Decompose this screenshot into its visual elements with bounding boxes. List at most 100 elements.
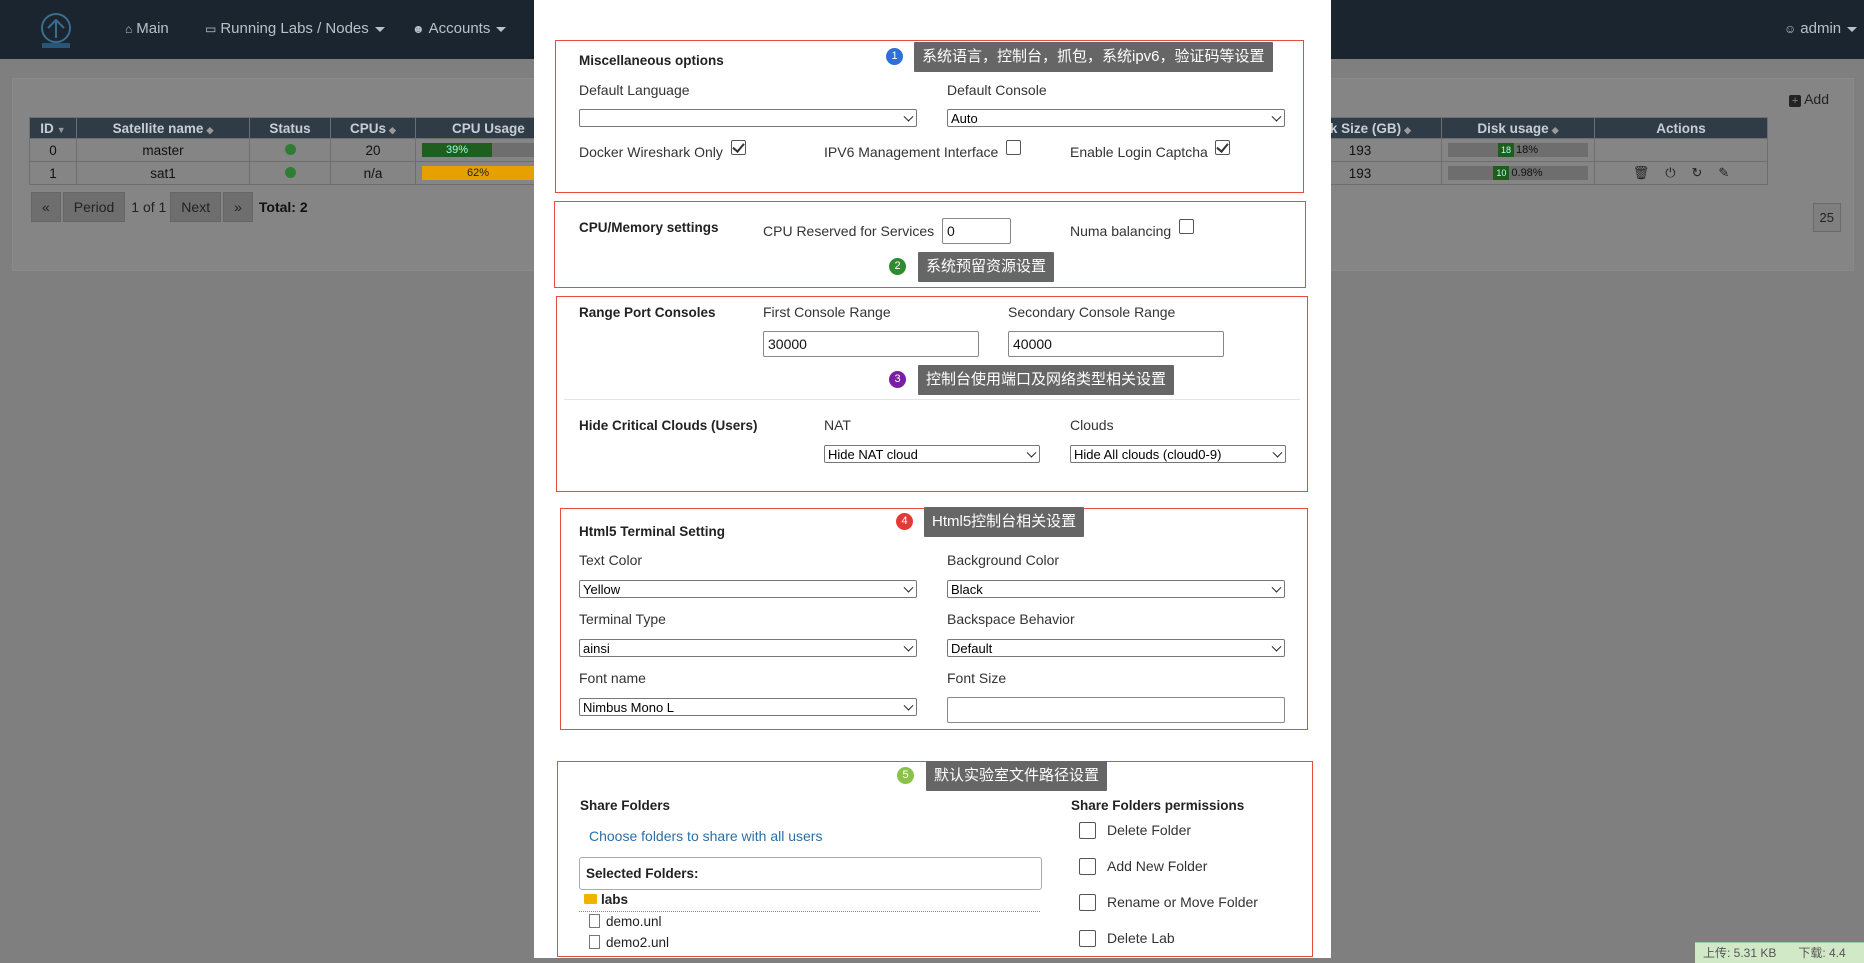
users-icon: ☻	[412, 22, 425, 36]
chevron-down-icon	[903, 700, 914, 711]
power-icon[interactable]: ⏻	[1665, 165, 1675, 181]
col-status: Status	[249, 117, 331, 139]
user-icon: ☺	[1784, 22, 1797, 36]
chevron-down-icon	[1272, 447, 1283, 458]
font-name-select[interactable]: Nimbus Mono L	[579, 698, 917, 716]
annotation-badge-4: 4	[896, 513, 913, 530]
background-color-label: Background Color	[947, 552, 1060, 568]
secondary-console-range-input[interactable]: 40000	[1008, 331, 1224, 357]
clouds-select[interactable]: Hide All clouds (cloud0-9)	[1070, 445, 1286, 463]
range-port-title: Range Port Consoles	[579, 305, 716, 320]
cell-cpus: n/a	[330, 161, 416, 185]
cpu-memory-title: CPU/Memory settings	[579, 220, 719, 235]
next-button[interactable]: Next	[170, 192, 222, 222]
cell-status	[249, 161, 331, 185]
cpu-reserved-label: CPU Reserved for Services	[763, 223, 935, 239]
status-online-icon	[284, 143, 296, 155]
refresh-icon[interactable]: ↻	[1692, 165, 1703, 181]
choose-folders-link[interactable]: Choose folders to share with all users	[589, 828, 822, 844]
numa-balancing-label: Numa balancing	[1070, 223, 1172, 239]
text-color-label: Text Color	[579, 552, 643, 568]
tree-folder-labs[interactable]: labs	[584, 892, 628, 907]
file-icon	[589, 914, 600, 929]
trash-icon[interactable]: 🗑	[1633, 165, 1650, 181]
chevron-down-icon	[1026, 447, 1037, 458]
cell-id: 1	[29, 161, 77, 185]
default-language-select[interactable]	[579, 109, 917, 127]
page-indicator: 1 of 1	[131, 199, 167, 215]
tree-file[interactable]: demo.unl	[589, 914, 662, 929]
col-name-label: Satellite name	[112, 120, 204, 136]
col-cpu-usage-label: CPU Usage	[452, 120, 525, 136]
col-id[interactable]: ID ▼	[29, 117, 77, 139]
first-page-icon[interactable]: «	[31, 192, 61, 222]
annotation-tooltip-3: 控制台使用端口及网络类型相关设置	[918, 365, 1175, 395]
col-name[interactable]: Satellite name ◆	[76, 117, 250, 139]
login-captcha-label: Enable Login Captcha	[1070, 144, 1208, 160]
add-button[interactable]: + Add	[1789, 91, 1829, 107]
backspace-behavior-select[interactable]: Default	[947, 639, 1285, 657]
annotation-badge-5: 5	[897, 767, 914, 784]
cell-name: sat1	[76, 161, 250, 185]
tree-file[interactable]: demo2.unl	[589, 935, 669, 950]
font-size-label: Font Size	[947, 670, 1007, 686]
perm-delete-folder-checkbox[interactable]	[1079, 822, 1096, 839]
perm-add-folder-checkbox[interactable]	[1079, 858, 1096, 875]
eraser-icon[interactable]: ✎	[1718, 165, 1729, 181]
nav-user-menu[interactable]: ☺ admin	[1784, 20, 1858, 37]
app-logo-icon[interactable]	[36, 10, 76, 50]
annotation-badge-3: 3	[889, 371, 906, 388]
nav-main[interactable]: ⌂ Main	[125, 20, 169, 37]
cell-cpus: 20	[330, 138, 416, 162]
cell-actions: 🗑 ⏻ ↻ ✎	[1594, 161, 1768, 185]
chevron-down-icon	[903, 582, 914, 593]
ipv6-checkbox[interactable]	[1006, 140, 1021, 155]
nav-user-label: admin	[1800, 20, 1842, 37]
first-console-range-input[interactable]: 30000	[763, 331, 979, 357]
perm-add-folder-label: Add New Folder	[1107, 858, 1208, 874]
monitor-icon: ▭	[205, 22, 217, 36]
perm-delete-lab-checkbox[interactable]	[1079, 930, 1096, 947]
file-icon	[589, 935, 600, 950]
background-color-select[interactable]: Black	[947, 580, 1285, 598]
disk-usage-bar: 10 0.98%	[1448, 166, 1588, 180]
font-size-input[interactable]	[947, 697, 1285, 723]
cpu-reserved-input[interactable]: 0	[942, 218, 1011, 244]
nat-select[interactable]: Hide NAT cloud	[824, 445, 1040, 463]
disk-usage-label: 0.98%	[1511, 167, 1543, 179]
text-color-select[interactable]: Yellow	[579, 580, 917, 598]
col-actions-label: Actions	[1656, 120, 1706, 136]
default-console-select[interactable]: Auto	[947, 109, 1285, 127]
sort-icon: ◆	[206, 124, 214, 135]
status-online-icon	[284, 166, 296, 178]
html5-terminal-title: Html5 Terminal Setting	[579, 524, 726, 539]
nav-accounts[interactable]: ☻ Accounts	[412, 20, 507, 37]
chevron-down-icon	[1847, 26, 1858, 32]
terminal-type-select[interactable]: ainsi	[579, 639, 917, 657]
folder-icon	[584, 894, 597, 905]
numa-balancing-checkbox[interactable]	[1179, 219, 1194, 234]
docker-wireshark-checkbox[interactable]	[731, 140, 746, 155]
per-page-select[interactable]: 25	[1812, 203, 1841, 232]
share-folders-title: Share Folders	[580, 798, 671, 813]
col-actions: Actions	[1594, 117, 1768, 139]
folder-label: labs	[601, 892, 629, 907]
login-captcha-checkbox[interactable]	[1215, 140, 1230, 155]
sort-icon: ◆	[1551, 124, 1559, 135]
cell-disk-usage: 10 0.98%	[1441, 161, 1595, 185]
col-cpus[interactable]: CPUs ◆	[330, 117, 416, 139]
col-disk-usage[interactable]: Disk usage ◆	[1441, 117, 1595, 139]
file-label: demo.unl	[606, 914, 662, 929]
col-status-label: Status	[269, 120, 311, 136]
period-button[interactable]: Period	[62, 192, 126, 222]
add-button-label: Add	[1804, 91, 1829, 107]
secondary-console-range-label: Secondary Console Range	[1008, 304, 1176, 320]
last-page-icon[interactable]: »	[223, 192, 253, 222]
nav-running-labs[interactable]: ▭ Running Labs / Nodes	[205, 20, 385, 37]
settings-modal: Miscellaneous options 1 系统语言，控制台，抓包，系统ip…	[534, 0, 1331, 958]
cell-name: master	[76, 138, 250, 162]
perm-delete-lab-label: Delete Lab	[1107, 930, 1175, 946]
file-label: demo2.unl	[606, 935, 670, 950]
pagination: «Period 1 of 1 Next» Total: 2	[31, 192, 312, 222]
perm-rename-folder-checkbox[interactable]	[1079, 894, 1096, 911]
